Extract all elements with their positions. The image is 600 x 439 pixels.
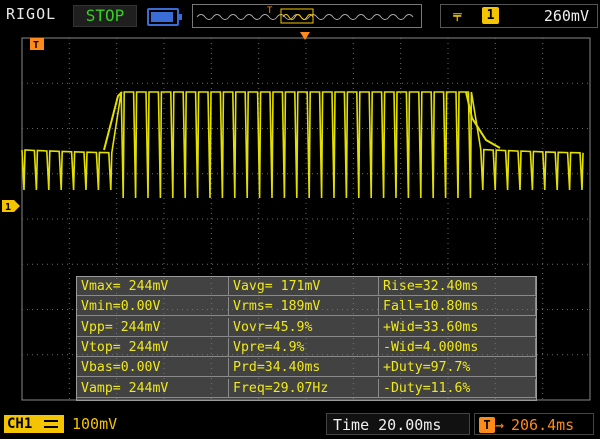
measurement-value: Vpre=4.9%: [229, 337, 379, 357]
measurement-row: Vamp= 244mV Freq=29.07Hz -Duty=11.6%: [77, 378, 536, 399]
measurement-value: Rise=32.40ms: [379, 277, 536, 296]
measurement-value: -Duty=11.6%: [379, 378, 536, 398]
measurement-value: Freq=29.07Hz: [229, 378, 379, 398]
trigger-position-marker[interactable]: [300, 32, 310, 40]
trigger-offset[interactable]: T → 206.4ms: [474, 413, 594, 435]
ch1-name: CH1: [7, 416, 33, 432]
ch1-ground-label: 1: [5, 202, 11, 213]
measurement-value: -Wid=4.000ms: [379, 337, 536, 357]
trigger-offset-value: 206.4ms: [511, 416, 575, 434]
measurement-value: Vpp= 244mV: [77, 317, 229, 337]
measurement-value: Vmin=0.00V: [77, 297, 229, 317]
measurement-table: Vmax= 244mV Vavg= 171mV Rise=32.40ms Vmin=0…: [76, 276, 537, 401]
measurement-row: Vbas=0.00V Prd=34.40ms +Duty=97.7%: [77, 358, 536, 378]
measurement-value: Fall=10.80ms: [379, 297, 536, 317]
measurement-value: Vrms= 189mV: [229, 297, 379, 317]
trigger-offset-icon: T: [479, 417, 495, 433]
oscilloscope-screen: RIGOL STOP T ⫧ 1 260mV T 1 Vmax= 244mV V…: [0, 0, 600, 439]
timebase[interactable]: Time 20.00ms: [326, 413, 470, 435]
ch1-label[interactable]: CH1: [4, 415, 64, 433]
measurement-value: Vmax= 244mV: [77, 277, 229, 296]
measurement-value: Vtop= 244mV: [77, 337, 229, 357]
measurement-row: Vmin=0.00V Vrms= 189mV Fall=10.80ms: [77, 297, 536, 317]
ch1-ground-marker[interactable]: 1: [2, 200, 20, 213]
measurement-row: Vtop= 244mV Vpre=4.9% -Wid=4.000ms: [77, 337, 536, 358]
ch1-scale: 100mV: [72, 415, 118, 433]
measurement-row: Vpp= 244mV Vovr=45.9% +Wid=33.60ms: [77, 317, 536, 338]
measurement-value: Prd=34.40ms: [229, 358, 379, 378]
measurement-value: Vamp= 244mV: [77, 378, 229, 398]
trigger-level-marker-label: T: [33, 40, 39, 51]
measurement-value: +Duty=97.7%: [379, 358, 536, 378]
bottom-status-bar: CH1 100mV Time 20.00ms T → 206.4ms: [0, 409, 600, 439]
measurement-row: Vmax= 244mV Vavg= 171mV Rise=32.40ms: [77, 277, 536, 297]
ch1-waveform: [21, 91, 584, 199]
measurement-value: Vbas=0.00V: [77, 358, 229, 378]
dc-coupling-icon: [43, 420, 58, 428]
measurement-value: Vavg= 171mV: [229, 277, 379, 296]
trigger-level-marker[interactable]: T: [30, 38, 44, 51]
measurement-value: +Wid=33.60ms: [379, 317, 536, 337]
measurement-value: Vovr=45.9%: [229, 317, 379, 337]
